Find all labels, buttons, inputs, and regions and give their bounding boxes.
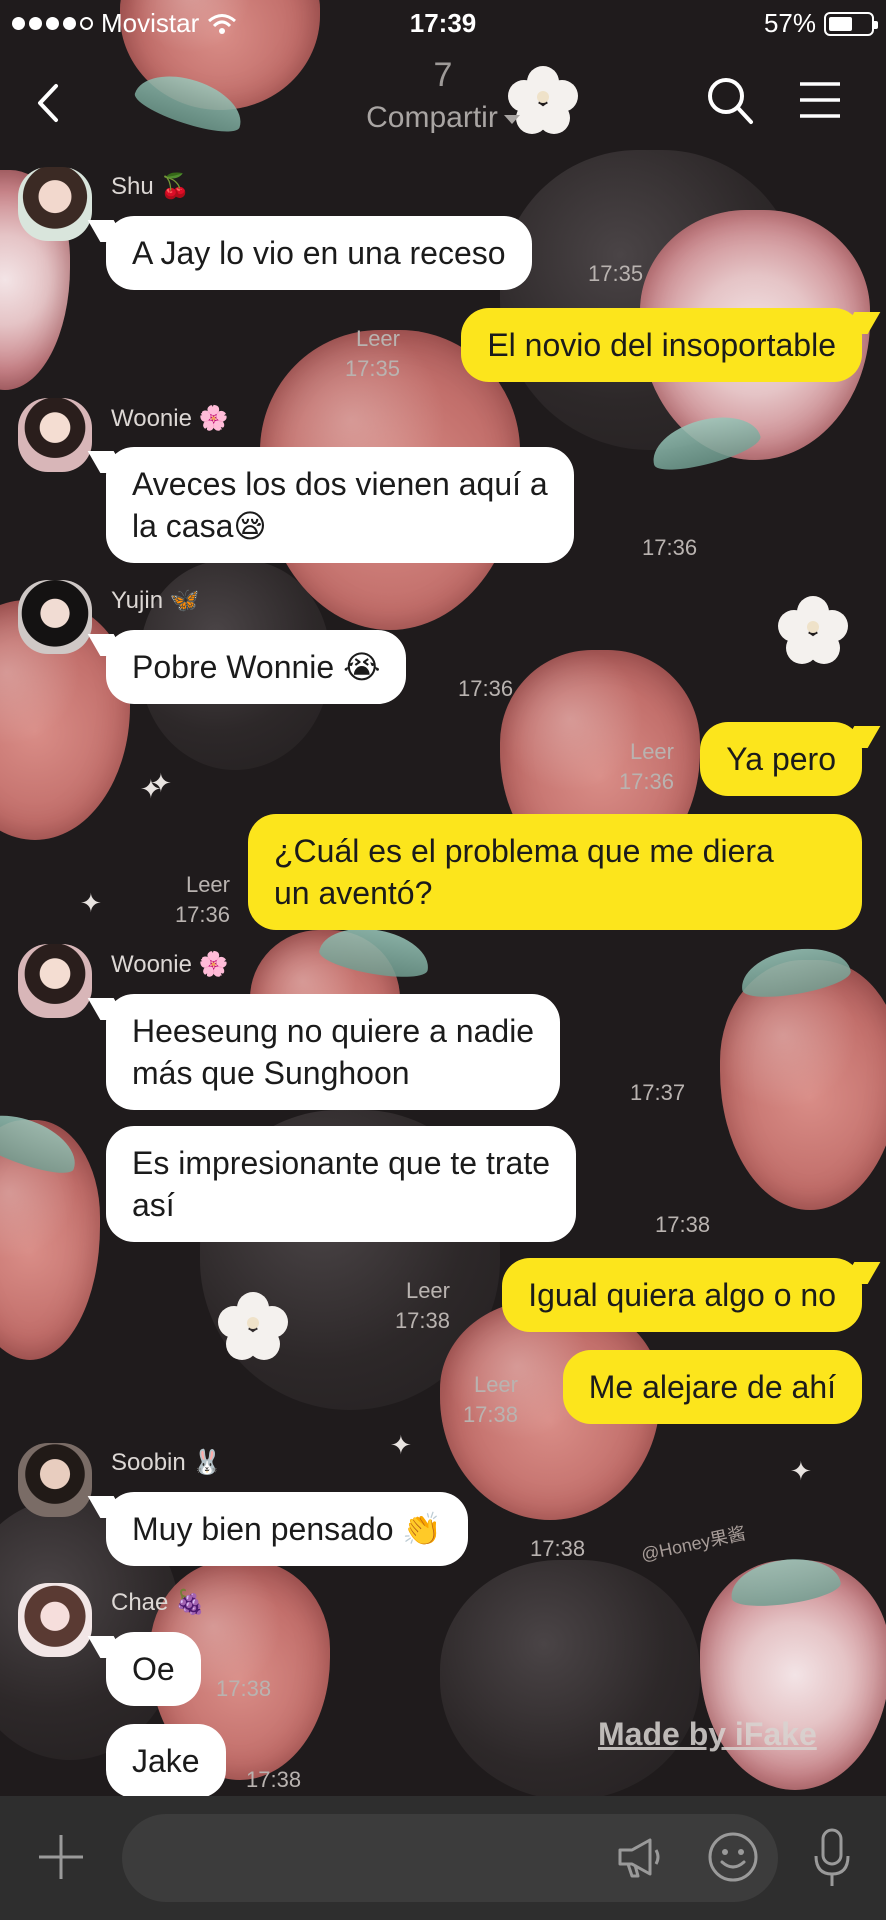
status-bar: Movistar 17:39 57% (0, 0, 886, 46)
message-bubble[interactable]: Es impresionante que te trate así (106, 1126, 577, 1242)
read-receipt: Leer 17:35 (344, 326, 400, 381)
message-time: 17:36 (458, 676, 514, 701)
read-receipt: Leer 17:38 (394, 1278, 450, 1333)
message-input-bar (0, 1796, 886, 1920)
plus-icon[interactable] (36, 1832, 86, 1882)
message-bubble[interactable]: Ya pero (700, 722, 862, 796)
menu-icon[interactable] (798, 78, 842, 122)
message-bubble[interactable]: El novio del insoportable (461, 308, 862, 382)
message-bubble[interactable]: Oe (106, 1632, 201, 1706)
sender-name: Woonie 🌸 (111, 951, 229, 978)
avatar[interactable] (18, 1443, 92, 1517)
read-receipt: Leer 17:38 (462, 1372, 518, 1427)
avatar[interactable] (18, 1583, 92, 1657)
battery-info: 57% (763, 8, 878, 39)
message-list[interactable]: Shu 🍒 A Jay lo vio en una receso 17:35 L… (0, 0, 886, 1920)
message-time: 17:36 (642, 535, 698, 560)
avatar[interactable] (18, 580, 92, 654)
status-time: 17:39 (409, 8, 477, 38)
made-by-watermark: Made by iFake (598, 1716, 817, 1752)
battery-icon (824, 11, 878, 36)
avatar[interactable] (18, 398, 92, 472)
sender-name: Woonie 🌸 (111, 405, 229, 432)
message-input[interactable] (122, 1814, 778, 1902)
read-receipt: Leer 17:36 (618, 739, 674, 794)
message-bubble[interactable]: Me alejare de ahí (562, 1350, 862, 1424)
avatar[interactable] (18, 167, 92, 241)
sender-name: Chae 🍇 (111, 1589, 205, 1616)
message-time: 17:35 (588, 261, 644, 286)
message-bubble[interactable]: Igual quiera algo o no (502, 1258, 862, 1332)
sender-name: Soobin 🐰 (111, 1449, 223, 1476)
message-bubble[interactable]: Muy bien pensado 👏 (106, 1492, 469, 1566)
message-bubble[interactable]: ¿Cuál es el problema que me diera un aven… (248, 814, 862, 930)
megaphone-icon[interactable] (614, 1832, 664, 1882)
message-bubble[interactable]: Pobre Wonnie 😭 (106, 630, 407, 704)
message-bubble[interactable]: Aveces los dos vienen aquí a la casa😪 (106, 447, 574, 563)
search-icon[interactable] (705, 74, 755, 130)
avatar[interactable] (18, 944, 92, 1018)
message-time: 17:38 (655, 1212, 711, 1237)
message-bubble[interactable]: Jake (106, 1724, 226, 1798)
caret-down-icon (503, 114, 520, 124)
message-time: 17:38 (216, 1676, 272, 1701)
battery-percent: 57% (763, 8, 816, 38)
message-bubble[interactable]: Heeseung no quiere a nadie más que Sungho… (106, 994, 561, 1110)
sender-name: Yujin 🦋 (111, 587, 200, 614)
microphone-icon[interactable] (812, 1826, 852, 1890)
read-receipt: Leer 17:36 (174, 872, 230, 927)
message-bubble[interactable]: A Jay lo vio en una receso (106, 216, 532, 290)
message-time: 17:37 (630, 1080, 686, 1105)
chat-header: 7 Compartir (0, 50, 886, 160)
message-time: 17:38 (246, 1767, 302, 1792)
share-label: Compartir (366, 101, 498, 134)
sender-name: Shu 🍒 (111, 173, 191, 200)
message-time: 17:38 (530, 1536, 586, 1561)
emoji-icon[interactable] (706, 1830, 760, 1884)
